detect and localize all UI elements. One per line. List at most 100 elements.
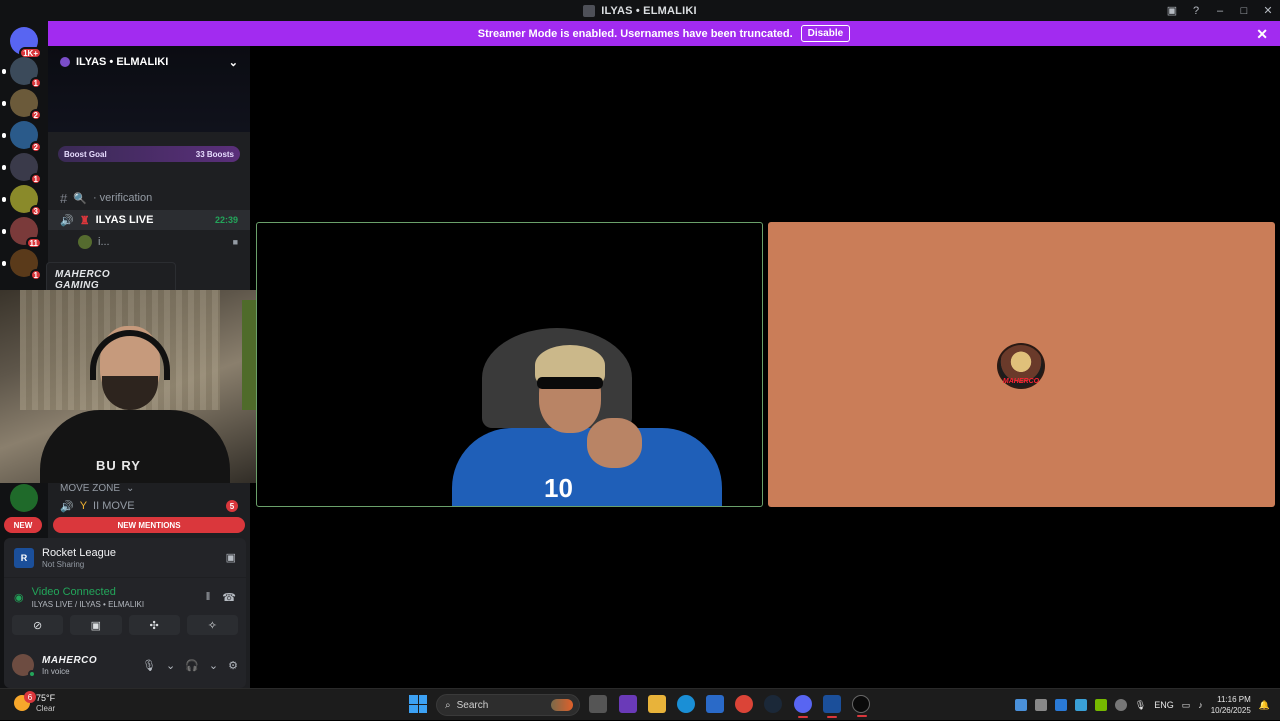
app-icon[interactable] bbox=[619, 695, 637, 713]
activity-row: R Rocket League Not Sharing ▣ bbox=[4, 538, 246, 578]
microphone-icon[interactable]: 🎙 bbox=[1135, 700, 1146, 711]
activity-status: Not Sharing bbox=[42, 559, 85, 569]
server-icon[interactable]: 1 bbox=[2, 249, 42, 281]
voice-channel-ilyas-live[interactable]: 🔊 ♜ ILYAS LIVE 22:39 bbox=[48, 210, 250, 230]
tray-app-icon[interactable] bbox=[1074, 699, 1087, 711]
category-move-zone[interactable]: MOVE ZONE ⌄ bbox=[48, 478, 250, 498]
tray-app-icon[interactable] bbox=[1034, 699, 1047, 711]
new-mentions-button[interactable]: NEW MENTIONS bbox=[53, 517, 245, 533]
volume-icon[interactable]: ♪ bbox=[1198, 700, 1203, 710]
server-icon[interactable]: 2 bbox=[2, 121, 42, 153]
discord-icon[interactable] bbox=[794, 695, 812, 718]
server-icon bbox=[583, 4, 596, 17]
channel-timer: 22:39 bbox=[214, 215, 238, 225]
inbox-icon[interactable]: ▣ bbox=[1160, 0, 1184, 21]
chevron-down-icon[interactable]: ⌄ bbox=[166, 659, 175, 672]
share-screen-button[interactable]: ▣ bbox=[70, 615, 122, 635]
server-icon[interactable]: 1 bbox=[2, 153, 42, 185]
speaker-icon: 🔊 bbox=[60, 214, 74, 227]
video-tile-streamer[interactable]: 10 bbox=[256, 222, 763, 507]
trophy-icon: Y bbox=[79, 500, 88, 512]
maximize-button[interactable]: □ bbox=[1232, 0, 1256, 21]
store-icon[interactable] bbox=[706, 695, 724, 713]
mention-badge: 11 bbox=[25, 237, 42, 249]
banner-close-icon[interactable]: ✕ bbox=[1256, 26, 1268, 43]
broadcast-icon: ♜ bbox=[79, 214, 90, 227]
user-status: In voice bbox=[42, 666, 70, 676]
close-window-button[interactable]: ✕ bbox=[1256, 0, 1280, 21]
server-icon[interactable]: 1 bbox=[2, 57, 42, 89]
activity-title: Rocket League bbox=[42, 546, 116, 559]
server-header[interactable]: ILYAS • ELMALIKI ⌄ bbox=[48, 46, 250, 132]
unreal-engine-icon[interactable] bbox=[852, 695, 870, 717]
minimize-button[interactable]: – bbox=[1208, 0, 1232, 21]
chrome-icon[interactable] bbox=[735, 695, 753, 713]
weather-condition: Clear bbox=[36, 704, 56, 713]
gear-icon[interactable]: ⚙ bbox=[228, 659, 238, 672]
nvidia-icon[interactable] bbox=[1094, 699, 1107, 711]
clock[interactable]: 11:16 PM 10/26/2025 bbox=[1211, 694, 1251, 716]
activities-button[interactable]: ✣ bbox=[128, 615, 180, 635]
weather-icon: 6 bbox=[14, 691, 36, 711]
camera-toggle-button[interactable]: ⊘ bbox=[12, 615, 64, 635]
windows-start-icon[interactable] bbox=[409, 695, 427, 713]
notification-bell-icon[interactable]: 🔔 bbox=[1259, 700, 1270, 711]
chevron-down-icon[interactable]: ⌄ bbox=[229, 56, 238, 69]
search-label: Search bbox=[456, 699, 489, 711]
new-pill[interactable]: NEW bbox=[4, 517, 42, 533]
avatar[interactable] bbox=[12, 654, 36, 678]
rocket-league-icon: R bbox=[14, 547, 34, 568]
soundboard-button[interactable]: ✧ bbox=[186, 615, 238, 635]
screen-share-icon[interactable]: ▣ bbox=[226, 551, 236, 564]
task-view-icon[interactable] bbox=[589, 695, 607, 713]
channel-verification[interactable]: # 🔍 · verification bbox=[48, 188, 250, 208]
boost-goal-bar[interactable]: Boost Goal 33 Boosts bbox=[58, 146, 240, 162]
weather-widget[interactable]: 6 75°F Clear bbox=[14, 691, 56, 713]
discord-home-icon[interactable]: 1K+ bbox=[10, 27, 42, 59]
headphones-icon[interactable]: 🎧 bbox=[185, 659, 199, 672]
steam-tray-icon[interactable] bbox=[1054, 699, 1067, 711]
noise-suppression-icon[interactable]: ‖ bbox=[206, 591, 211, 604]
tray-app-icon[interactable] bbox=[1114, 699, 1127, 711]
taskbar: 6 75°F Clear ⌕ Search 🎙 ENG ▭ ♪ 11:16 PM… bbox=[0, 688, 1280, 720]
server-name: ILYAS • ELMALIKI bbox=[76, 56, 169, 68]
voice-panel: R Rocket League Not Sharing ▣ ◉ Video Co… bbox=[4, 538, 246, 688]
file-explorer-icon[interactable] bbox=[648, 695, 666, 713]
voice-user[interactable]: i... ■ bbox=[48, 232, 250, 252]
steam-icon[interactable] bbox=[764, 695, 782, 713]
chevron-down-icon: ⌄ bbox=[126, 482, 135, 494]
streamer-mode-banner: Streamer Mode is enabled. Usernames have… bbox=[48, 21, 1280, 46]
voice-channel-move[interactable]: 🔊 Y II MOVE 5 bbox=[48, 496, 250, 516]
channel-label: ILYAS LIVE bbox=[95, 214, 154, 226]
boost-count: 33 Boosts bbox=[195, 149, 234, 159]
banner-text: Streamer Mode is enabled. Usernames have… bbox=[477, 27, 793, 40]
video-tile-user[interactable]: MAHERCO bbox=[768, 222, 1275, 507]
edge-icon[interactable] bbox=[677, 695, 695, 713]
popup-name: MAHERCO bbox=[55, 269, 111, 280]
microphone-icon[interactable]: 🎙 bbox=[142, 659, 156, 672]
webcam-overlay: BU RY bbox=[0, 290, 264, 483]
clock-date: 10/26/2025 bbox=[1210, 706, 1251, 715]
taskbar-search[interactable]: ⌕ Search bbox=[436, 694, 580, 716]
network-icon[interactable]: ▭ bbox=[1182, 700, 1191, 711]
server-icon[interactable]: 11 bbox=[2, 217, 42, 249]
chevron-down-icon[interactable]: ⌄ bbox=[209, 659, 218, 672]
server-icon[interactable]: 3 bbox=[2, 185, 42, 217]
camera-icon: ■ bbox=[232, 237, 238, 247]
server-icon[interactable]: 2 bbox=[2, 89, 42, 121]
language-indicator[interactable]: ENG bbox=[1154, 700, 1174, 710]
disable-button[interactable]: Disable bbox=[800, 25, 851, 42]
weather-badge: 6 bbox=[24, 691, 36, 703]
server-icon[interactable] bbox=[10, 484, 38, 512]
help-icon[interactable]: ? bbox=[1184, 0, 1208, 21]
user-panel: MAHERCO In voice 🎙 ⌄ 🎧 ⌄ ⚙ bbox=[4, 648, 246, 682]
magnifier-icon: 🔍 bbox=[73, 192, 87, 205]
voice-channel-name[interactable]: ILYAS LIVE / ILYAS • ELMALIKI bbox=[32, 600, 144, 609]
rocket-league-icon[interactable] bbox=[823, 695, 841, 718]
system-tray: 🎙 ENG ▭ ♪ 11:16 PM 10/26/2025 🔔 bbox=[1014, 689, 1280, 721]
disconnect-icon[interactable]: ☎ bbox=[222, 591, 236, 604]
clock-time: 11:16 PM bbox=[1217, 695, 1251, 704]
avatar-logo-text: MAHERCO bbox=[1002, 378, 1040, 385]
voice-status[interactable]: Video Connected bbox=[32, 586, 144, 598]
tray-app-icon[interactable] bbox=[1014, 699, 1027, 711]
